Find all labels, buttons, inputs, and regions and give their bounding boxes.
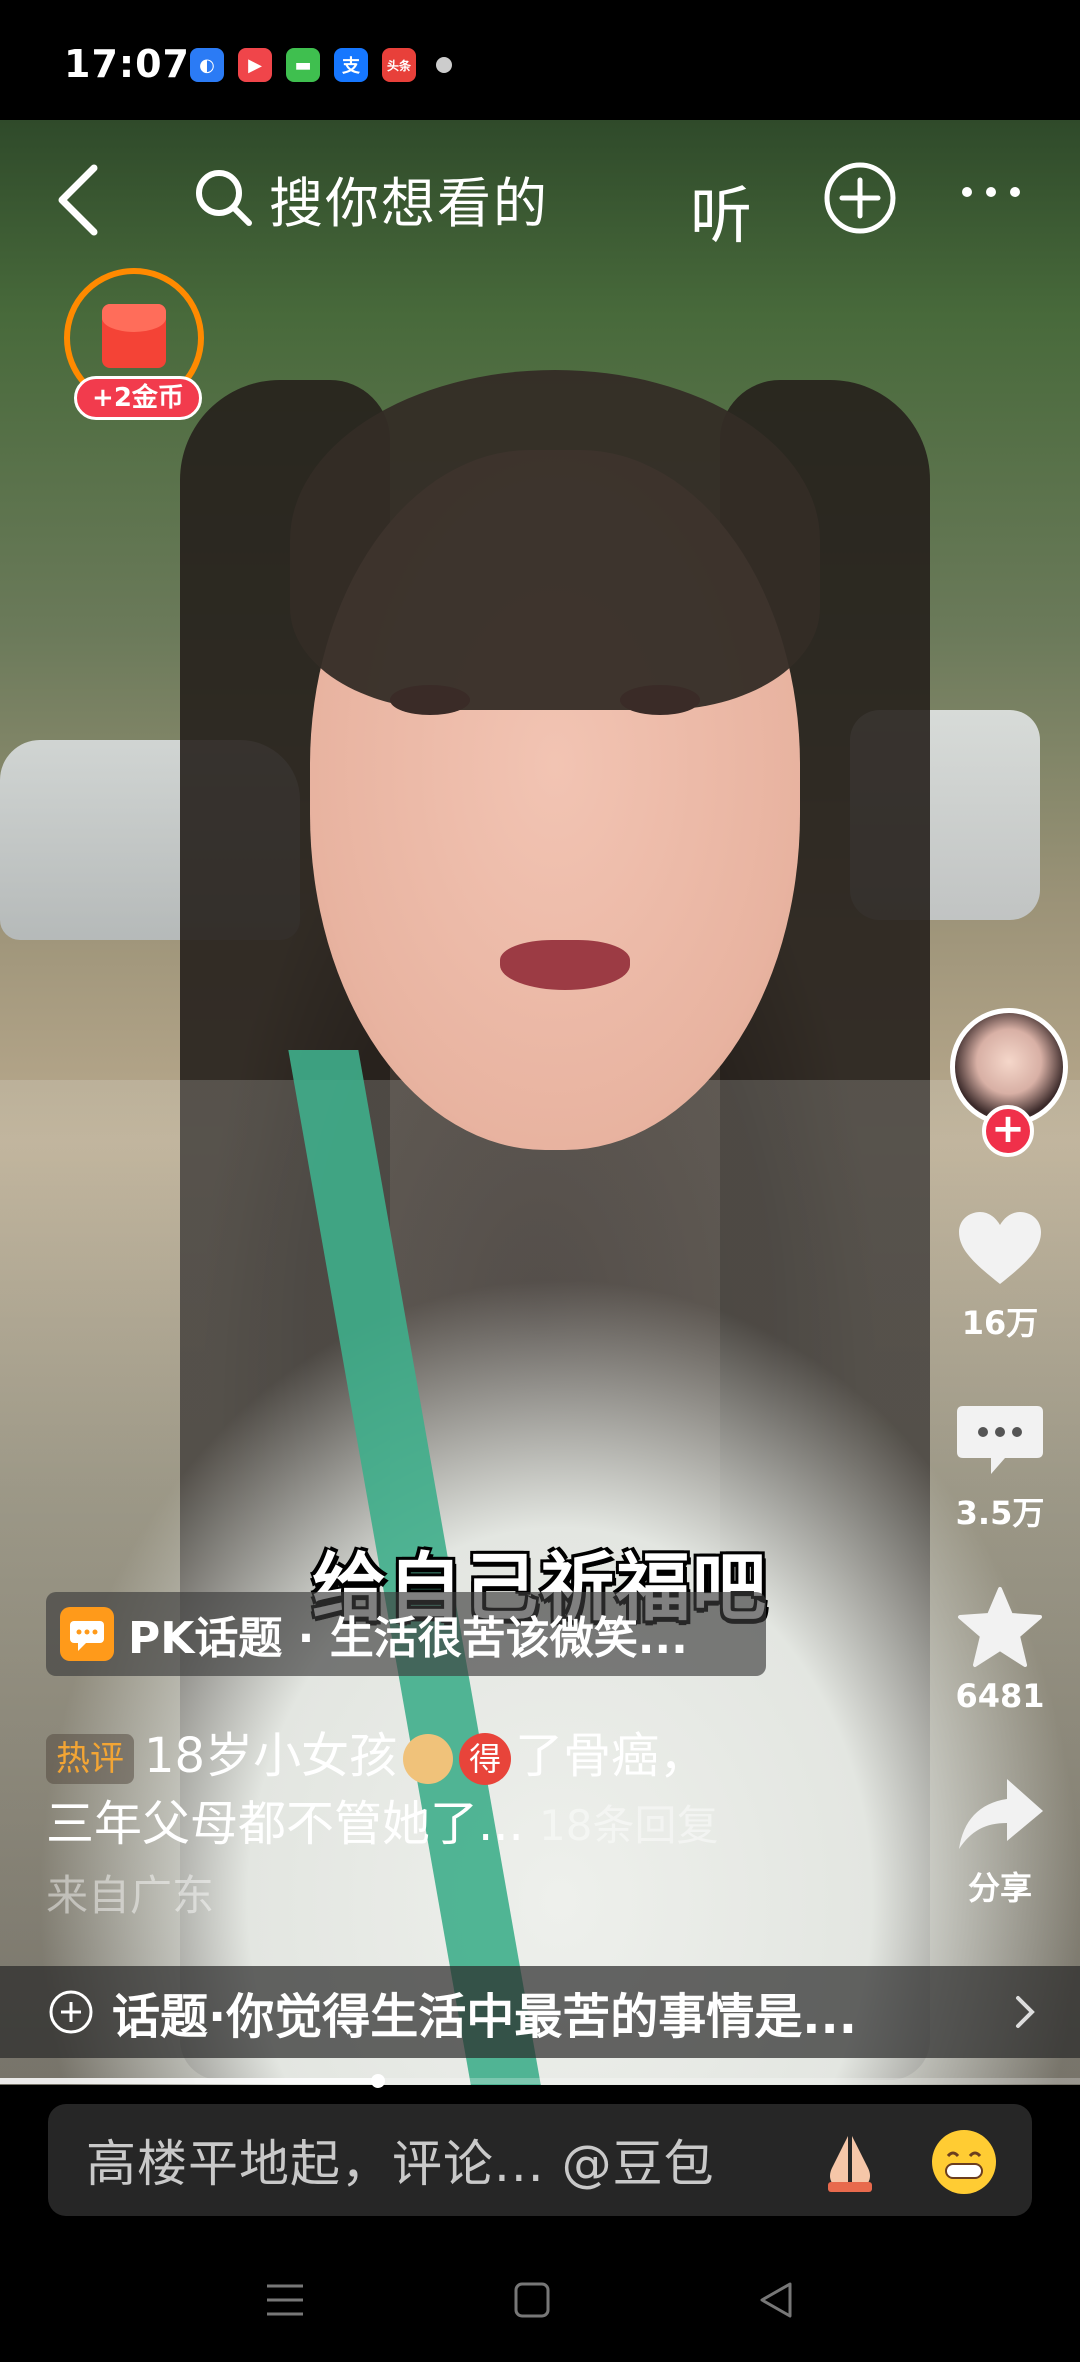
star-icon bbox=[958, 1587, 1042, 1667]
video-subject-mouth bbox=[500, 940, 630, 990]
grin-emoji-icon[interactable] bbox=[932, 2130, 996, 2194]
more-notifications-dot bbox=[436, 57, 452, 73]
pk-topic-bar[interactable]: PK话题 · 生活很苦该微笑... bbox=[46, 1592, 766, 1676]
topic-text: 话题·你觉得生活中最苦的事情是... bbox=[112, 1989, 857, 2045]
follow-plus-button[interactable]: + bbox=[982, 1105, 1034, 1157]
alipay-icon: 支 bbox=[334, 48, 368, 82]
search-icon bbox=[196, 170, 252, 226]
back-arrow-icon[interactable] bbox=[50, 160, 110, 240]
video-subject-eye bbox=[620, 685, 700, 715]
share-button[interactable]: 分享 bbox=[920, 1775, 1080, 1909]
girl-emoji-icon bbox=[403, 1734, 454, 1784]
system-navigation-bar bbox=[0, 2240, 1080, 2362]
coin-label: +2金币 bbox=[74, 376, 202, 420]
pray-emoji-icon[interactable] bbox=[818, 2130, 882, 2194]
search-box[interactable]: 搜你想看的 bbox=[175, 148, 635, 248]
de-emoji-icon: 得 bbox=[459, 1733, 512, 1785]
add-topic-icon bbox=[49, 1990, 93, 2034]
video-subject-eye bbox=[390, 685, 470, 715]
comment-count: 3.5万 bbox=[955, 1494, 1045, 1532]
share-arrow-icon bbox=[959, 1779, 1043, 1849]
status-bar: 17:07 ◐ ▶ ▬ 支 头条 bbox=[0, 0, 1080, 120]
chevron-right-icon bbox=[1016, 1996, 1035, 2028]
comment-input[interactable]: 高楼平地起，评论... @豆包 bbox=[48, 2104, 1032, 2216]
topic-bar[interactable]: 话题·你觉得生活中最苦的事情是... bbox=[0, 1966, 1080, 2058]
menu-icon[interactable] bbox=[265, 2282, 305, 2318]
comment-button[interactable]: 3.5万 bbox=[920, 1400, 1080, 1534]
hot-comment-tag: 热评 bbox=[46, 1734, 134, 1784]
listen-button[interactable]: 听 bbox=[690, 165, 752, 255]
home-square-icon[interactable] bbox=[513, 2280, 551, 2320]
blue-app-icon: ◐ bbox=[190, 48, 224, 82]
pk-chat-icon bbox=[60, 1607, 114, 1661]
message-app-icon: ▬ bbox=[286, 48, 320, 82]
comment-location: 来自广东 bbox=[46, 1871, 215, 1920]
playback-progress-knob[interactable] bbox=[371, 2074, 385, 2088]
heart-icon bbox=[959, 1212, 1041, 1284]
hot-comment[interactable]: 热评 18岁小女孩 得了骨癌， 三年父母都不管她了... 18条回复 bbox=[46, 1722, 806, 1860]
add-circle-icon[interactable] bbox=[822, 160, 898, 236]
status-time: 17:07 bbox=[64, 42, 190, 86]
favorite-button[interactable]: 6481 bbox=[920, 1585, 1080, 1715]
search-placeholder: 搜你想看的 bbox=[269, 171, 549, 235]
more-dots-icon[interactable] bbox=[958, 172, 1024, 212]
red-envelope-flap bbox=[102, 304, 166, 332]
toutiao-icon: 头条 bbox=[382, 48, 416, 82]
playback-progress-bar[interactable] bbox=[0, 2074, 1080, 2088]
back-triangle-icon[interactable] bbox=[756, 2280, 796, 2320]
playback-progress-fill bbox=[0, 2078, 378, 2084]
hot-comment-line2: 三年父母都不管她了... bbox=[46, 1796, 524, 1852]
comment-bubble-icon bbox=[957, 1406, 1043, 1474]
notification-icons: ◐ ▶ ▬ 支 头条 bbox=[190, 48, 452, 82]
like-button[interactable]: 16万 bbox=[920, 1210, 1080, 1344]
hot-comment-text-part2: 了骨癌， bbox=[515, 1728, 708, 1784]
hot-comment-text-part1: 18岁小女孩 bbox=[144, 1728, 398, 1784]
pk-topic-text: PK话题 · 生活很苦该微笑... bbox=[128, 1613, 688, 1664]
comment-input-placeholder: 高楼平地起，评论... @豆包 bbox=[86, 2135, 715, 2193]
reply-count[interactable]: 18条回复 bbox=[539, 1801, 718, 1850]
video-subject-bangs bbox=[290, 370, 820, 710]
share-label: 分享 bbox=[967, 1869, 1032, 1907]
like-count: 16万 bbox=[961, 1304, 1039, 1342]
top-nav: 搜你想看的 听 bbox=[0, 120, 1080, 280]
favorite-count: 6481 bbox=[955, 1677, 1045, 1715]
video-app-icon: ▶ bbox=[238, 48, 272, 82]
coin-reward-badge[interactable]: +2金币 bbox=[64, 268, 214, 420]
